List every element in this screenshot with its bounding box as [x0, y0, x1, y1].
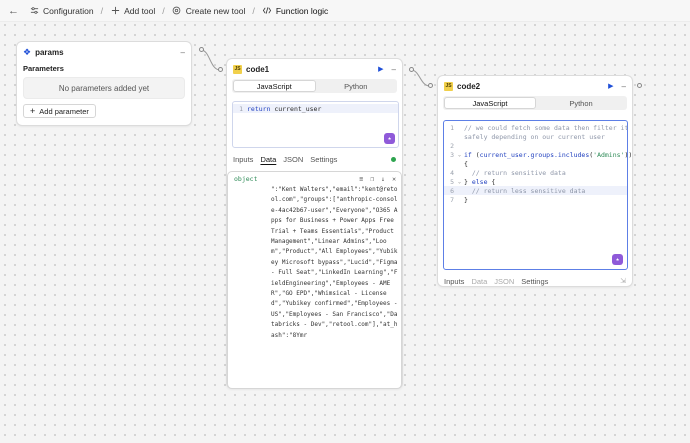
code1-output-port[interactable]: [409, 67, 414, 72]
code-keyword: else: [471, 177, 488, 186]
ai-assist-icon[interactable]: ★: [384, 133, 395, 144]
close-icon[interactable]: ✕: [392, 175, 396, 183]
tab-data[interactable]: Data: [260, 155, 276, 164]
js-icon: JS: [444, 81, 453, 91]
line-number: 1: [239, 104, 243, 113]
download-icon[interactable]: ↓: [381, 175, 385, 183]
code1-output-tabs: Inputs Data JSON Settings: [227, 152, 402, 166]
line-number: 1: [450, 123, 454, 132]
minimize-icon[interactable]: –: [392, 65, 396, 74]
tab-data[interactable]: Data: [471, 277, 487, 286]
tab-json[interactable]: JSON: [494, 277, 514, 286]
line-number: 4: [450, 168, 454, 177]
code2-header: JS code2 ▶ –: [438, 76, 632, 96]
tab-javascript[interactable]: JavaScript: [233, 80, 316, 92]
code2-output-tabs: Inputs Data JSON Settings ⇲: [438, 274, 632, 288]
code-keyword: if: [464, 150, 472, 159]
code-line: 3 ⌄ if (current_user.groups.includes('Adm…: [444, 150, 632, 159]
code-identifier: current_user.groups.includes: [479, 150, 590, 159]
output-type-label: object: [234, 175, 258, 183]
language-tabs: JavaScript Python: [232, 79, 397, 93]
code-line: 5 ⌄ } else {: [444, 177, 627, 186]
code2-editor[interactable]: 1 // we could fetch some data then filte…: [443, 120, 632, 270]
line-number: 3: [450, 150, 454, 159]
code2-output-port[interactable]: [637, 83, 642, 88]
code1-editor[interactable]: 1 return current_user ★: [232, 101, 399, 148]
params-node[interactable]: ❖ params – Parameters No parameters adde…: [16, 41, 192, 126]
code-keyword: return: [247, 104, 271, 113]
params-title: params: [35, 47, 64, 57]
params-header: ❖ params –: [17, 42, 191, 62]
tab-json[interactable]: JSON: [283, 155, 303, 164]
params-icon: ❖: [23, 46, 32, 57]
add-parameter-label: Add parameter: [39, 106, 89, 116]
tab-inputs[interactable]: Inputs: [444, 277, 464, 286]
code-line: 1 return current_user: [233, 104, 398, 113]
tab-inputs[interactable]: Inputs: [233, 155, 253, 164]
code1-title: code1: [246, 64, 270, 74]
code-text: return current_user: [247, 104, 322, 113]
code2-node[interactable]: JS code2 ▶ – JavaScript Python 1 // we c…: [437, 75, 633, 287]
run-icon[interactable]: ▶: [608, 82, 613, 90]
parameters-label: Parameters: [23, 64, 64, 73]
code-text: // return sensitive data: [464, 168, 566, 177]
line-number: 2: [450, 141, 454, 150]
copy-icon[interactable]: ❐: [370, 175, 374, 183]
line-number: 7: [450, 195, 454, 204]
code-text: // we could fetch some data then filter …: [464, 123, 629, 132]
code-line: 7 }: [444, 195, 627, 204]
code2-title: code2: [457, 81, 481, 91]
output-json-text: ":"Kent Walters","email":"kent@retool.co…: [271, 186, 402, 339]
code2-input-port[interactable]: [428, 83, 433, 88]
code-text: {: [464, 159, 468, 168]
code-line: 1 // we could fetch some data then filte…: [444, 123, 629, 132]
code-text: } else {: [464, 177, 496, 186]
params-output-port[interactable]: [199, 47, 204, 52]
minimize-icon[interactable]: –: [181, 48, 185, 57]
tab-python[interactable]: Python: [316, 80, 397, 92]
code-line: {: [444, 159, 627, 168]
ai-assist-icon[interactable]: ★: [612, 254, 623, 265]
code-line: safely depending on our current user: [444, 132, 627, 141]
run-icon[interactable]: ▶: [378, 65, 383, 73]
code-text: safely depending on our current user: [464, 132, 605, 141]
line-number: 6: [450, 186, 454, 195]
tab-settings[interactable]: Settings: [310, 155, 337, 164]
code1-node[interactable]: JS code1 ▶ – JavaScript Python 1 return …: [226, 58, 403, 389]
plus-icon: +: [30, 106, 36, 116]
code-line: 6 // return less sensitive data: [444, 186, 627, 195]
resize-handle-icon[interactable]: ⇲: [620, 277, 626, 285]
code1-input-port[interactable]: [218, 67, 223, 72]
code1-header: JS code1 ▶ –: [227, 59, 402, 79]
line-number: 5: [450, 177, 454, 186]
success-status-icon: [391, 156, 396, 162]
code-line: 2: [444, 141, 627, 150]
minimize-icon[interactable]: –: [622, 82, 626, 91]
tab-javascript[interactable]: JavaScript: [444, 97, 536, 109]
add-parameter-button[interactable]: + Add parameter: [23, 104, 96, 118]
params-empty-state: No parameters added yet: [23, 77, 185, 99]
code-text: }: [464, 195, 468, 204]
code1-output-panel: object ≡ ❐ ↓ ✕ ":"Kent Walters","email":…: [227, 171, 402, 389]
code-text: if (current_user.groups.includes('Admins…: [464, 150, 633, 159]
tab-python[interactable]: Python: [536, 97, 626, 109]
tab-settings[interactable]: Settings: [521, 277, 548, 286]
code-line: 4 // return sensitive data: [444, 168, 627, 177]
filter-icon[interactable]: ≡: [359, 175, 363, 183]
code-text: // return less sensitive data: [464, 186, 586, 195]
js-icon: JS: [233, 64, 242, 74]
code-string: 'Admins': [593, 150, 625, 159]
language-tabs: JavaScript Python: [443, 96, 627, 110]
